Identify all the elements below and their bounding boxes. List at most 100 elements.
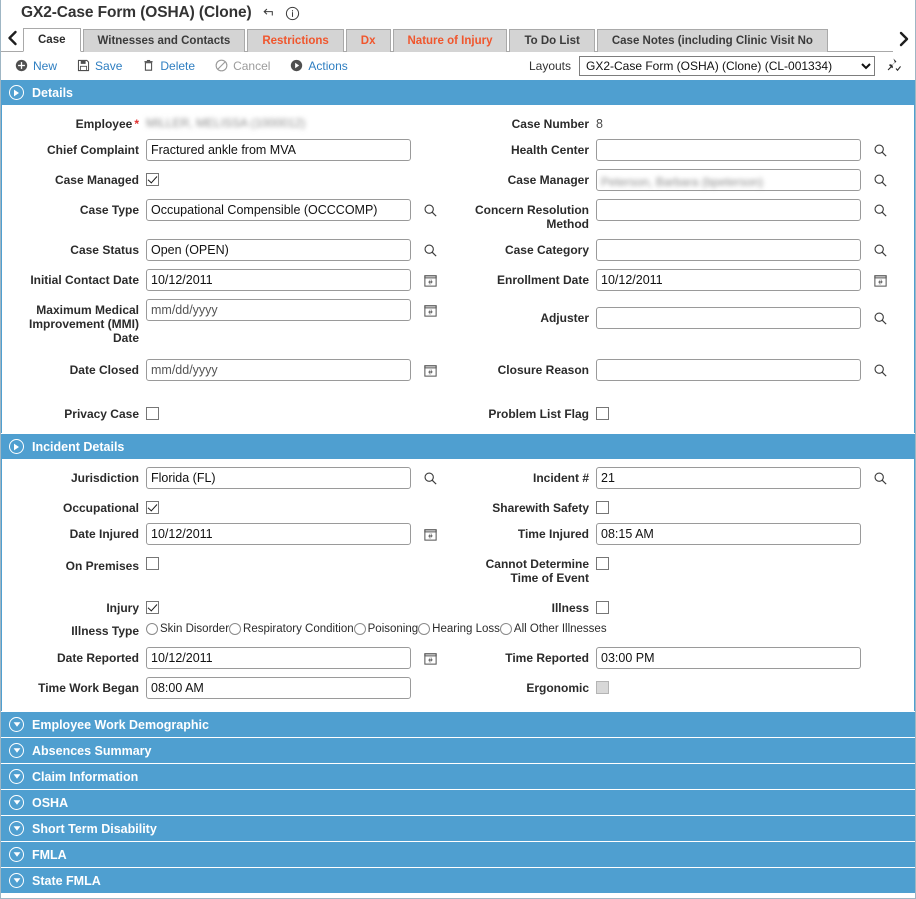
section-header-osha[interactable]: OSHA: [1, 789, 915, 815]
section-header-fmla[interactable]: FMLA: [1, 841, 915, 867]
case-category-label: Case Category: [504, 243, 589, 257]
employee-value: MILLER, MELISSA (1000012): [146, 116, 306, 130]
date-closed-input[interactable]: [146, 359, 411, 381]
form-row: Privacy Case Problem List Flag: [2, 403, 914, 421]
chief-complaint-input[interactable]: [146, 139, 411, 161]
search-icon[interactable]: [419, 467, 441, 489]
cannot-determine-time-checkbox[interactable]: [596, 557, 609, 570]
radio-icon: [146, 623, 158, 635]
time-work-began-input[interactable]: [146, 677, 411, 699]
illness-type-option-hearing-loss[interactable]: Hearing Loss: [418, 623, 500, 635]
chief-complaint-label: Chief Complaint: [47, 143, 139, 157]
section-header-employee-work-demographic[interactable]: Employee Work Demographic: [1, 711, 915, 737]
case-category-input[interactable]: [596, 239, 861, 261]
search-icon[interactable]: [419, 239, 441, 261]
illness-checkbox[interactable]: [596, 601, 609, 614]
search-icon[interactable]: [869, 199, 891, 221]
tab-case[interactable]: Case: [23, 28, 81, 52]
section-header-incident-details[interactable]: Incident Details: [1, 433, 915, 459]
enrollment-date-label: Enrollment Date: [496, 273, 589, 287]
cancel-button[interactable]: Cancel: [215, 59, 270, 73]
illness-type-option-poisoning[interactable]: Poisoning: [353, 623, 419, 635]
calendar-icon[interactable]: #: [419, 269, 441, 291]
case-manager-field[interactable]: Peterson, Barbara (bpeterson): [596, 169, 861, 191]
search-icon[interactable]: [869, 239, 891, 261]
search-icon[interactable]: [869, 467, 891, 489]
trash-icon: [142, 59, 155, 72]
search-icon[interactable]: [869, 359, 891, 381]
enrollment-date-input[interactable]: [596, 269, 861, 291]
time-injured-input[interactable]: [596, 523, 861, 545]
undo-arrow-icon[interactable]: [261, 6, 276, 21]
closure-reason-input[interactable]: [596, 359, 861, 381]
tab-to-do-list[interactable]: To Do List: [509, 29, 595, 52]
section-header-details[interactable]: Details: [1, 79, 915, 105]
plus-circle-icon: [15, 59, 28, 72]
new-button[interactable]: New: [15, 59, 57, 73]
privacy-case-checkbox[interactable]: [146, 407, 159, 420]
tab-nature-of-injury[interactable]: Nature of Injury: [392, 29, 508, 52]
section-title: Short Term Disability: [32, 821, 157, 836]
jurisdiction-input[interactable]: [146, 467, 411, 489]
chevron-right-icon: [9, 85, 24, 100]
health-center-input[interactable]: [596, 139, 861, 161]
sharewith-safety-checkbox[interactable]: [596, 501, 609, 514]
case-type-input[interactable]: [146, 199, 411, 221]
case-manager-value: Peterson, Barbara (bpeterson): [601, 175, 764, 189]
calendar-icon[interactable]: #: [419, 523, 441, 545]
injury-checkbox[interactable]: [146, 601, 159, 614]
form-row: Case Managed Case Manager Peterson, Barb…: [2, 169, 914, 191]
svg-text:#: #: [428, 531, 433, 540]
date-injured-input[interactable]: [146, 523, 411, 545]
adjuster-input[interactable]: [596, 307, 861, 329]
mmi-date-input[interactable]: [146, 299, 411, 321]
pin-check-icon[interactable]: [883, 57, 905, 74]
actions-button[interactable]: Actions: [290, 59, 348, 73]
save-button[interactable]: Save: [77, 59, 122, 73]
case-status-input[interactable]: [146, 239, 411, 261]
tab-restrictions[interactable]: Restrictions: [247, 29, 344, 52]
initial-contact-date-input[interactable]: [146, 269, 411, 291]
illness-type-option-all-other-illnesses[interactable]: All Other Illnesses: [499, 623, 607, 635]
search-icon[interactable]: [869, 307, 891, 329]
section-header-claim-information[interactable]: Claim Information: [1, 763, 915, 789]
radio-label: Poisoning: [367, 623, 419, 635]
search-icon[interactable]: [869, 169, 891, 191]
case-managed-checkbox[interactable]: [146, 173, 159, 186]
search-icon[interactable]: [419, 199, 441, 221]
incident-number-input[interactable]: [596, 467, 861, 489]
chevron-down-icon: [9, 795, 24, 810]
section-header-state-fmla[interactable]: State FMLA: [1, 867, 915, 893]
radio-label: All Other Illnesses: [513, 623, 607, 635]
date-reported-input[interactable]: [146, 647, 411, 669]
calendar-icon[interactable]: #: [419, 299, 441, 321]
concern-resolution-method-input[interactable]: [596, 199, 861, 221]
illness-type-option-skin-disorder[interactable]: Skin Disorder: [146, 623, 229, 635]
calendar-icon[interactable]: #: [419, 359, 441, 381]
tab-case-notes[interactable]: Case Notes (including Clinic Visit No: [596, 29, 828, 52]
tab-witnesses-and-contacts[interactable]: Witnesses and Contacts: [82, 29, 246, 52]
section-title: FMLA: [32, 847, 67, 862]
search-icon[interactable]: [869, 139, 891, 161]
illness-type-radio-group: Skin Disorder Respiratory Condition Pois…: [146, 620, 607, 635]
tab-scroll-left-button[interactable]: [1, 25, 23, 51]
tab-label: Nature of Injury: [407, 35, 493, 47]
form-row-illness-type: Illness Type Skin Disorder Respiratory C…: [2, 620, 914, 638]
layout-select[interactable]: GX2-Case Form (OSHA) (Clone) (CL-001334): [579, 55, 875, 76]
section-header-absences-summary[interactable]: Absences Summary: [1, 737, 915, 763]
delete-button[interactable]: Delete: [142, 59, 195, 73]
problem-list-flag-checkbox[interactable]: [596, 407, 609, 420]
tab-label: Dx: [360, 35, 376, 47]
tab-dx[interactable]: Dx: [345, 29, 391, 52]
on-premises-checkbox[interactable]: [146, 557, 159, 570]
ergonomic-label: Ergonomic: [526, 681, 589, 695]
section-header-short-term-disability[interactable]: Short Term Disability: [1, 815, 915, 841]
occupational-checkbox[interactable]: [146, 501, 159, 514]
calendar-icon[interactable]: #: [419, 647, 441, 669]
tab-scroll-right-button[interactable]: [893, 26, 915, 52]
time-reported-input[interactable]: [596, 647, 861, 669]
illness-type-option-respiratory-condition[interactable]: Respiratory Condition: [229, 623, 354, 635]
case-managed-label: Case Managed: [54, 173, 139, 187]
info-circle-icon[interactable]: [285, 6, 300, 21]
calendar-icon[interactable]: #: [869, 269, 891, 291]
